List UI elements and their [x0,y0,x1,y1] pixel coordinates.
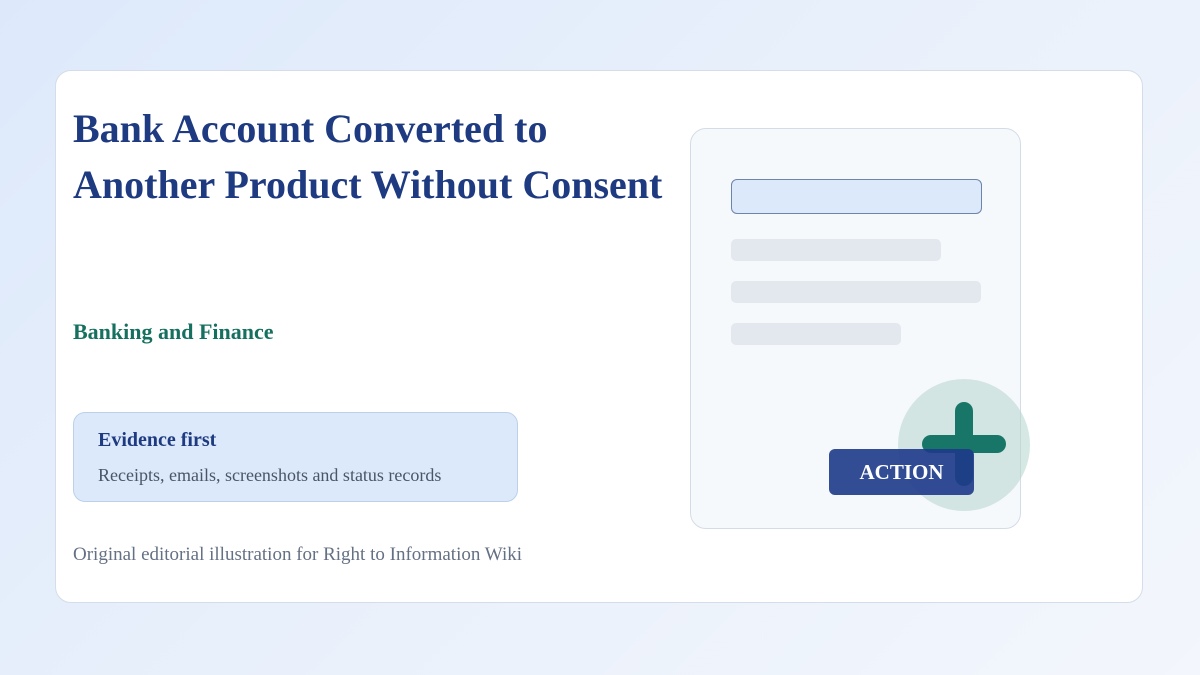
illustration-credit: Original editorial illustration for Righ… [73,544,523,565]
article-card: Bank Account Converted to Another Produc… [55,70,1143,603]
title-line-1: Bank Account Converted to [73,106,548,151]
evidence-text: Receipts, emails, screenshots and status… [98,465,442,485]
category-label: Banking and Finance [73,319,274,344]
document-text-line [731,323,901,345]
page-title: Bank Account Converted to Another Produc… [73,101,662,213]
document-input-field [731,179,982,214]
document-text-line [731,239,941,261]
evidence-callout: Evidence first Receipts, emails, screens… [73,412,518,502]
evidence-title: Evidence first [98,429,217,451]
document-text-line [731,281,981,303]
title-line-2: Another Product Without Consent [73,162,663,207]
action-button[interactable]: ACTION [829,449,974,495]
